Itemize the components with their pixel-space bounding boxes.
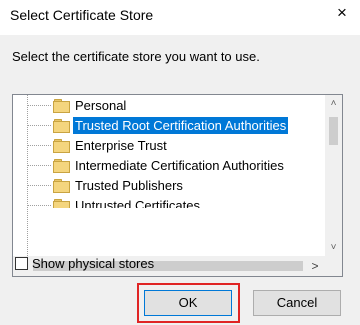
folder-icon [53, 118, 70, 133]
show-physical-stores-checkbox[interactable] [15, 257, 28, 270]
tree-item-label: Personal [75, 97, 127, 113]
cancel-button[interactable]: Cancel [253, 290, 341, 316]
vertical-scroll-thumb[interactable] [329, 117, 338, 145]
tree-connector-line [27, 95, 28, 256]
prompt-text: Select the certificate store you want to… [12, 49, 260, 64]
tree-item-label: Trusted Root Certification Authorities [73, 116, 289, 134]
tree-items: Personal Trusted Root Certification Auth… [13, 95, 323, 256]
scroll-up-icon[interactable]: ˄ [325, 95, 342, 112]
ok-button[interactable]: OK [144, 290, 232, 316]
tree-item-personal[interactable]: Personal [35, 96, 128, 114]
folder-icon [53, 138, 70, 153]
dialog-content: Select the certificate store you want to… [0, 35, 360, 325]
close-icon[interactable]: × [332, 2, 352, 24]
folder-icon [53, 198, 70, 208]
tree-item-label: Untrusted Certificates [75, 197, 200, 213]
folder-icon [53, 158, 70, 173]
dialog-title: Select Certificate Store [10, 7, 154, 23]
folder-icon [53, 178, 70, 193]
tree-item-label: Enterprise Trust [75, 137, 167, 153]
certificate-store-tree[interactable]: Personal Trusted Root Certification Auth… [12, 94, 343, 277]
tree-item-untrusted[interactable]: Untrusted Certificates [35, 196, 202, 213]
tree-item-trusted-publishers[interactable]: Trusted Publishers [35, 176, 185, 194]
tree-item-enterprise-trust[interactable]: Enterprise Trust [35, 136, 169, 154]
tree-item-intermediate[interactable]: Intermediate Certification Authorities [35, 156, 286, 174]
tree-item-trusted-root[interactable]: Trusted Root Certification Authorities [35, 116, 289, 134]
tree-item-label: Trusted Publishers [75, 177, 183, 193]
folder-icon [53, 98, 70, 113]
tree-item-label: Intermediate Certification Authorities [75, 157, 284, 173]
scroll-right-icon[interactable]: > [306, 256, 324, 276]
show-physical-stores-label: Show physical stores [32, 256, 155, 271]
vertical-scrollbar[interactable]: ˄ ˅ [325, 95, 342, 256]
show-physical-stores-row[interactable]: Show physical stores [15, 256, 154, 271]
scroll-down-icon[interactable]: ˅ [325, 239, 342, 256]
